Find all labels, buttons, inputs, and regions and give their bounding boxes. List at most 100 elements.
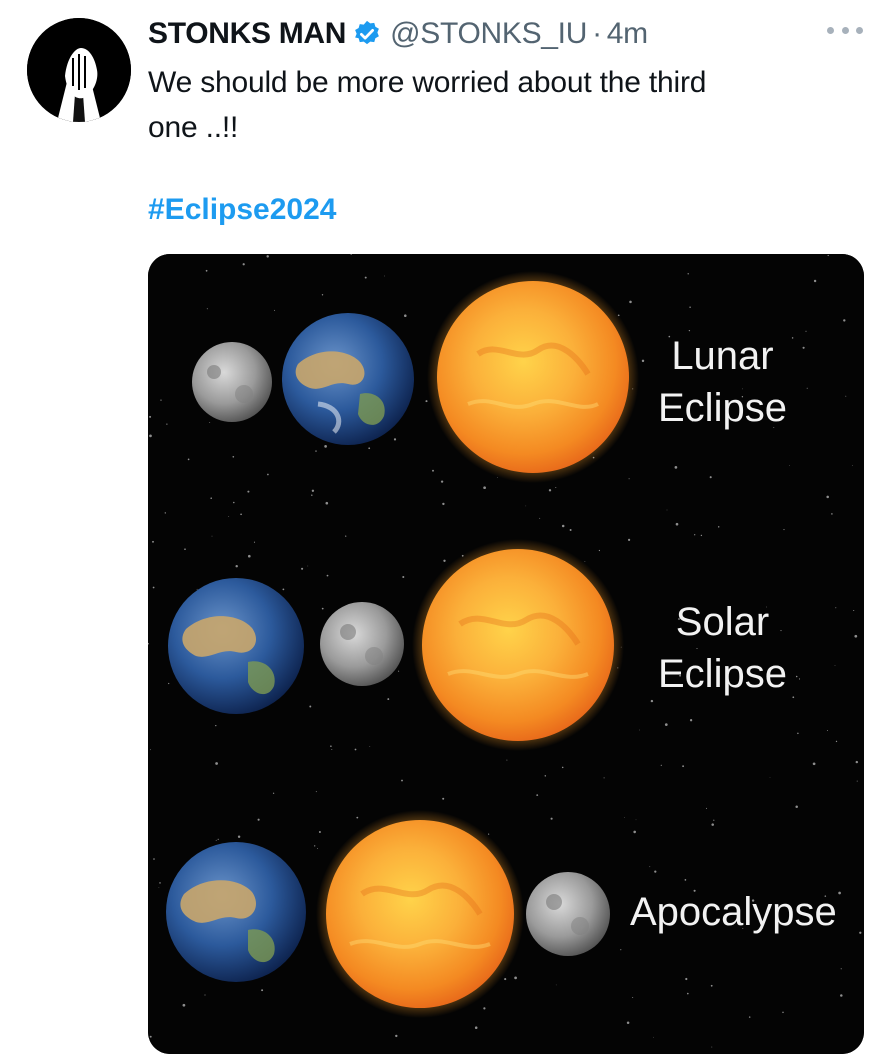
- star: [149, 434, 152, 438]
- star: [675, 522, 679, 526]
- star: [210, 497, 212, 499]
- star: [325, 501, 329, 505]
- star: [196, 588, 198, 590]
- timestamp[interactable]: 4m: [607, 17, 648, 51]
- star: [266, 255, 269, 258]
- star: [247, 554, 251, 558]
- star: [598, 549, 601, 552]
- star: [432, 469, 434, 472]
- star: [851, 465, 853, 467]
- star: [240, 513, 242, 516]
- star: [797, 732, 799, 735]
- star: [834, 665, 836, 666]
- star: [802, 346, 805, 349]
- star: [632, 997, 634, 998]
- star: [253, 541, 256, 543]
- more-options-icon[interactable]: [827, 20, 863, 40]
- star: [398, 670, 400, 672]
- star: [769, 777, 771, 778]
- star: [311, 494, 313, 496]
- star: [843, 319, 846, 322]
- star: [856, 780, 858, 782]
- star: [652, 1036, 654, 1038]
- star: [561, 766, 564, 769]
- star: [835, 740, 838, 743]
- star: [641, 359, 645, 363]
- star: [748, 1016, 751, 1018]
- tweet-media-image[interactable]: Lunar Eclipse Solar Eclipse Apocalypse: [148, 254, 864, 1054]
- star: [326, 574, 329, 577]
- lunar-label-line-1: Lunar: [671, 334, 774, 378]
- star: [862, 264, 864, 266]
- star: [307, 565, 309, 567]
- star: [149, 1035, 152, 1038]
- star: [506, 759, 508, 761]
- star: [855, 760, 859, 764]
- tweet-text-line-1: We should be more worried about the thir…: [148, 66, 707, 99]
- star: [228, 516, 230, 517]
- star: [152, 540, 154, 543]
- star: [689, 719, 693, 722]
- star: [164, 512, 166, 514]
- star: [514, 976, 517, 980]
- star: [324, 445, 327, 448]
- star: [317, 847, 318, 849]
- star: [694, 534, 696, 536]
- star: [711, 823, 714, 826]
- star: [184, 548, 186, 551]
- star: [401, 779, 403, 782]
- star: [689, 306, 691, 309]
- star: [544, 775, 547, 777]
- star: [488, 833, 490, 835]
- star: [301, 567, 304, 570]
- star: [664, 723, 668, 726]
- star: [813, 279, 817, 283]
- star: [826, 730, 828, 731]
- star: [309, 705, 312, 708]
- star: [204, 994, 206, 996]
- lunar-label-line-2: Eclipse: [658, 386, 787, 430]
- star: [603, 777, 605, 779]
- star: [539, 517, 541, 519]
- star: [555, 487, 557, 488]
- star: [627, 538, 631, 542]
- star: [261, 989, 264, 992]
- star: [153, 858, 155, 860]
- star: [215, 724, 217, 727]
- star: [782, 1011, 784, 1014]
- star: [687, 273, 689, 275]
- star: [315, 791, 317, 793]
- star: [525, 505, 527, 507]
- star: [654, 870, 657, 873]
- star: [717, 526, 720, 528]
- star: [356, 816, 359, 819]
- display-name[interactable]: STONKS MAN: [148, 17, 346, 51]
- tweet-text-line-2: one ..!!: [148, 111, 239, 144]
- star: [548, 489, 552, 492]
- star: [272, 792, 275, 794]
- star: [149, 415, 152, 418]
- star: [831, 513, 833, 515]
- more-dot: [827, 26, 834, 34]
- star: [168, 682, 170, 685]
- star: [569, 529, 572, 531]
- lunar-eclipse-label: Lunar Eclipse: [658, 330, 787, 434]
- star: [345, 535, 347, 537]
- star: [496, 477, 498, 479]
- star: [233, 501, 235, 504]
- sun-3: [326, 820, 514, 1008]
- star: [387, 698, 390, 701]
- solar-label-line-1: Solar: [675, 600, 770, 644]
- star: [217, 838, 219, 840]
- author-handle[interactable]: @STONKS_IU: [390, 17, 587, 51]
- hashtag-link[interactable]: #Eclipse2024: [148, 193, 336, 227]
- star: [152, 586, 155, 589]
- star: [158, 886, 160, 888]
- star: [425, 400, 428, 403]
- avatar[interactable]: [27, 18, 131, 122]
- star: [384, 275, 386, 277]
- star: [845, 395, 847, 397]
- star: [550, 817, 553, 820]
- star: [211, 535, 213, 537]
- star: [812, 762, 816, 766]
